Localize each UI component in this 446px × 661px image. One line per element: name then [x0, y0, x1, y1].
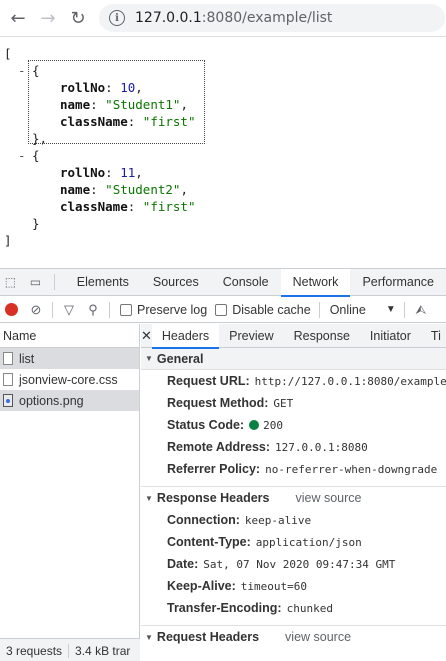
address-bar[interactable]: i 127.0.0.1:8080/example/list [99, 4, 445, 32]
back-button[interactable]: ← [3, 3, 33, 33]
search-icon[interactable]: ⚲ [83, 300, 103, 320]
device-toolbar-icon[interactable]: ▭ [27, 274, 44, 290]
throttling-select[interactable]: Online ▼ [330, 303, 396, 317]
record-icon[interactable] [5, 303, 18, 316]
reload-button[interactable]: ↻ [63, 3, 93, 33]
url-path: :8080/example/list [201, 10, 333, 26]
caret-down-icon: ▼ [385, 304, 396, 315]
status-ok-icon [249, 420, 260, 430]
divider [53, 274, 55, 290]
json-open-bracket: [ [4, 46, 12, 61]
stylesheet-icon [3, 373, 13, 386]
request-list: Name list jsonview-core.css options.png … [0, 324, 140, 661]
close-icon[interactable]: ✕ [141, 328, 152, 344]
list-item[interactable]: list [0, 348, 139, 369]
browser-toolbar: ← → ↻ i 127.0.0.1:8080/example/list [0, 0, 446, 37]
request-count: 3 requests [6, 643, 63, 658]
json-viewer: [ - { rollNo: 10, name: "Student1", clas… [0, 38, 446, 268]
json-object-open: { [32, 148, 40, 163]
document-icon [3, 352, 13, 365]
triangle-down-icon: ▼ [145, 632, 153, 642]
tab-initiator[interactable]: Initiator [360, 324, 421, 348]
header-row: Referrer Policy: no-referrer-when-downgra… [167, 462, 438, 476]
triangle-down-icon: ▼ [145, 354, 153, 363]
json-property: className: "first" [60, 114, 196, 129]
inspect-element-icon[interactable]: ⬚ [2, 274, 19, 290]
tab-performance[interactable]: Performance [350, 269, 446, 296]
checkbox-icon[interactable] [120, 303, 132, 316]
json-property: className: "first" [60, 199, 196, 214]
checkbox-icon[interactable] [215, 303, 228, 316]
tab-sources[interactable]: Sources [141, 269, 211, 296]
json-close-bracket: ] [4, 233, 12, 248]
header-row: Remote Address: 127.0.0.1:8080 [167, 440, 368, 454]
header-row: Content-Type: application/json [167, 535, 362, 549]
tab-network[interactable]: Network [280, 268, 351, 297]
header-row: Connection: keep-alive [167, 513, 312, 527]
divider [318, 301, 320, 318]
header-row: Status Code: 200 [167, 418, 283, 432]
tab-response[interactable]: Response [284, 324, 360, 348]
detail-tabbar: ✕ Headers Preview Response Initiator Ti [141, 324, 446, 349]
arrow-right-icon: → [40, 7, 56, 29]
transfer-size: 3.4 kB trar [75, 643, 131, 658]
list-item[interactable]: options.png [0, 390, 139, 411]
network-toolbar: ⊘ ▽ ⚲ Preserve log Disable cache Online ▼… [0, 297, 446, 323]
collapse-toggle[interactable]: - [18, 148, 26, 163]
header-row: Transfer-Encoding: chunked [167, 601, 333, 615]
request-details: ✕ Headers Preview Response Initiator Ti … [141, 324, 446, 661]
preserve-log-checkbox[interactable]: Preserve log [120, 303, 207, 317]
tab-elements[interactable]: Elements [65, 269, 141, 296]
divider [403, 301, 405, 318]
json-object-open: { [32, 63, 40, 78]
tab-console[interactable]: Console [211, 269, 281, 296]
clear-icon[interactable]: ⊘ [26, 300, 46, 320]
tab-headers[interactable]: Headers [151, 324, 220, 349]
list-item[interactable]: jsonview-core.css [0, 369, 139, 390]
name-column-header[interactable]: Name [0, 324, 139, 348]
info-icon[interactable]: i [109, 10, 125, 26]
json-property: name: "Student1", [60, 97, 188, 112]
upload-icon[interactable]: ⮙ [411, 300, 431, 320]
image-icon [3, 394, 13, 407]
json-object-close: } [32, 216, 40, 231]
disable-cache-checkbox[interactable]: Disable cache [215, 303, 311, 317]
arrow-left-icon: ← [10, 7, 26, 29]
view-source-link[interactable]: view source [295, 491, 361, 505]
collapse-toggle[interactable]: - [18, 63, 26, 78]
header-row: Keep-Alive: timeout=60 [167, 579, 308, 593]
json-property: rollNo: 10, [60, 80, 143, 95]
request-headers-section-header[interactable]: ▼ Request Headers view source [141, 626, 446, 648]
general-section-header[interactable]: ▼ General [141, 348, 446, 370]
divider [52, 301, 53, 318]
header-row: Request URL: http://127.0.0.1:8080/exampl… [167, 374, 446, 388]
divider [109, 301, 110, 318]
url-host: 127.0.0.1 [135, 10, 202, 26]
devtools-panel: ⬚ ▭ Elements Sources Console Network Per… [0, 268, 446, 661]
header-row: Date: Sat, 07 Nov 2020 09:47:34 GMT [167, 557, 396, 571]
network-summary: 3 requests 3.4 kB trar [0, 638, 140, 661]
json-property: rollNo: 11, [60, 165, 143, 180]
view-source-link[interactable]: view source [285, 630, 351, 644]
tab-preview[interactable]: Preview [219, 324, 283, 348]
header-row: Request Method: GET [167, 396, 294, 410]
json-property: name: "Student2", [60, 182, 188, 197]
reload-icon: ↻ [70, 7, 86, 29]
forward-button[interactable]: → [33, 3, 63, 33]
response-headers-section-header[interactable]: ▼ Response Headers view source [141, 487, 446, 509]
filter-icon[interactable]: ▽ [59, 300, 79, 320]
tab-timing[interactable]: Ti [421, 324, 446, 348]
devtools-tabbar: ⬚ ▭ Elements Sources Console Network Per… [0, 268, 446, 297]
json-object-close: }, [32, 131, 48, 146]
triangle-down-icon: ▼ [145, 493, 153, 503]
